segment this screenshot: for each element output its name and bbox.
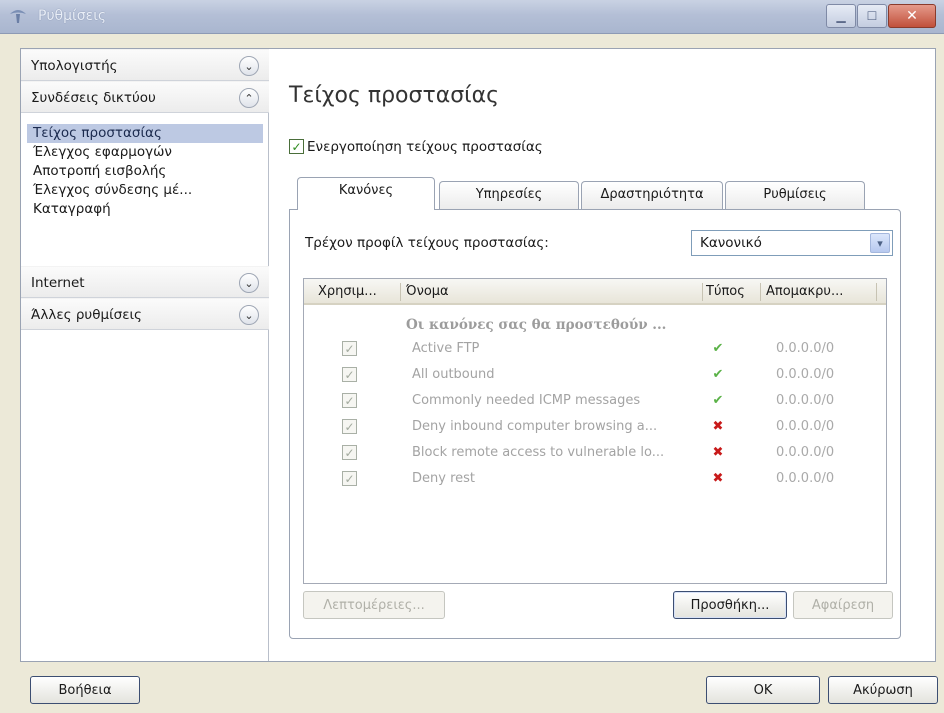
remove-rule-button[interactable]: Αφαίρεση (793, 591, 893, 619)
allow-check-icon: ✔ (712, 367, 724, 382)
sidebar-section-internet[interactable]: Internet ⌄ (21, 266, 269, 298)
tab-activity[interactable]: Δραστηριότητα (581, 181, 723, 209)
sidebar-item-application-control[interactable]: Έλεγχος εφαρμογών (27, 143, 263, 162)
profile-label: Τρέχον προφίλ τείχους προστασίας: (305, 235, 549, 251)
chevron-down-icon[interactable]: ⌄ (239, 273, 259, 293)
rule-remote-address: 0.0.0.0/0 (776, 341, 835, 356)
rule-remote-address: 0.0.0.0/0 (776, 393, 835, 408)
sidebar-section-other-settings[interactable]: Άλλες ρυθμίσεις ⌄ (21, 298, 269, 330)
rule-name: Deny rest (412, 471, 476, 486)
profile-select[interactable]: Κανονικό ▾ (691, 230, 893, 256)
rule-remote-address: 0.0.0.0/0 (776, 445, 835, 460)
rule-enabled-checkbox[interactable]: ✓ (342, 471, 357, 486)
tab-rules[interactable]: Κανόνες (297, 177, 435, 210)
sidebar-item-logging[interactable]: Καταγραφή (27, 200, 263, 219)
sidebar-section-computer[interactable]: Υπολογιστής ⌄ (21, 49, 269, 81)
rule-enabled-checkbox[interactable]: ✓ (342, 341, 357, 356)
enable-firewall-checkbox[interactable]: ✓ (289, 139, 304, 154)
close-button[interactable]: ✕ (888, 4, 936, 28)
column-header-remote[interactable]: Απομακρυ... (766, 284, 843, 299)
column-divider[interactable] (876, 283, 877, 301)
chevron-up-icon[interactable]: ⌃ (239, 88, 259, 108)
rules-group-title: Οι κανόνες σας θα προστεθούν ... (406, 317, 667, 333)
allow-check-icon: ✔ (712, 393, 724, 408)
sidebar-item-connection-control[interactable]: Έλεγχος σύνδεσης μέ... (27, 181, 263, 200)
sidebar-section-label: Internet (31, 275, 85, 291)
maximize-icon: ☐ (866, 9, 878, 23)
table-header: Χρησιμ... Όνομα Τύπος Απομακρυ... (304, 279, 886, 305)
sidebar-item-intrusion-prevention[interactable]: Αποτροπή εισβολής (27, 162, 263, 181)
tab-services[interactable]: Υπηρεσίες (439, 181, 579, 209)
column-divider[interactable] (760, 283, 761, 301)
details-button[interactable]: Λεπτομέρειες... (303, 591, 445, 619)
title-bar: Ρυθμίσεις ▁ ☐ ✕ (0, 0, 944, 34)
column-header-type[interactable]: Τύπος (706, 284, 745, 299)
minimize-icon: ▁ (836, 9, 846, 23)
deny-x-icon: ✖ (712, 445, 724, 460)
deny-x-icon: ✖ (712, 419, 724, 434)
sidebar-item-firewall[interactable]: Τείχος προστασίας (27, 124, 263, 143)
rule-remote-address: 0.0.0.0/0 (776, 419, 835, 434)
close-icon: ✕ (906, 8, 918, 24)
rule-remote-address: 0.0.0.0/0 (776, 471, 835, 486)
checkmark-icon: ✓ (344, 341, 355, 356)
column-header-enabled[interactable]: Χρησιμ... (318, 284, 377, 299)
sidebar-section-label: Άλλες ρυθμίσεις (31, 307, 142, 323)
rule-enabled-checkbox[interactable]: ✓ (342, 367, 357, 382)
help-button[interactable]: Βοήθεια (30, 676, 140, 704)
window-title: Ρυθμίσεις (38, 8, 107, 24)
checkmark-icon: ✓ (344, 419, 355, 434)
rule-enabled-checkbox[interactable]: ✓ (342, 419, 357, 434)
checkmark-icon: ✓ (344, 367, 355, 382)
rule-name: Block remote access to vulnerable lo... (412, 445, 665, 460)
cancel-button[interactable]: Ακύρωση (828, 676, 938, 704)
deny-x-icon: ✖ (712, 471, 724, 486)
rule-name: All outbound (412, 367, 495, 382)
checkmark-icon: ✓ (344, 393, 355, 408)
checkmark-icon: ✓ (344, 445, 355, 460)
page-title: Τείχος προστασίας (289, 83, 500, 108)
sidebar-section-network-connections[interactable]: Συνδέσεις δικτύου ⌃ (21, 81, 269, 113)
sidebar-section-label: Συνδέσεις δικτύου (31, 90, 156, 106)
app-shield-icon (10, 10, 26, 23)
chevron-down-icon[interactable]: ⌄ (239, 305, 259, 325)
sidebar: Υπολογιστής ⌄ Συνδέσεις δικτύου ⌃ Τείχος… (21, 49, 269, 661)
add-rule-button[interactable]: Προσθήκη... (673, 591, 787, 619)
checkmark-icon: ✓ (291, 139, 302, 154)
maximize-button[interactable]: ☐ (857, 4, 887, 28)
rule-enabled-checkbox[interactable]: ✓ (342, 445, 357, 460)
allow-check-icon: ✔ (712, 341, 724, 356)
rule-name: Commonly needed ICMP messages (412, 393, 641, 408)
rule-enabled-checkbox[interactable]: ✓ (342, 393, 357, 408)
sidebar-section-label: Υπολογιστής (31, 58, 118, 74)
column-divider[interactable] (702, 283, 703, 301)
dropdown-arrow-icon[interactable]: ▾ (870, 233, 890, 253)
rule-name: Active FTP (412, 341, 480, 356)
profile-select-value: Κανονικό (700, 235, 762, 251)
rules-table[interactable]: Χρησιμ... Όνομα Τύπος Απομακρυ... Οι καν… (303, 278, 887, 584)
ok-button[interactable]: OK (706, 676, 820, 704)
rule-name: Deny inbound computer browsing a... (412, 419, 658, 434)
minimize-button[interactable]: ▁ (826, 4, 856, 28)
settings-client-area: Υπολογιστής ⌄ Συνδέσεις δικτύου ⌃ Τείχος… (20, 48, 936, 662)
column-header-name[interactable]: Όνομα (406, 284, 449, 299)
enable-firewall-label[interactable]: Ενεργοποίηση τείχους προστασίας (307, 139, 543, 155)
checkmark-icon: ✓ (344, 471, 355, 486)
tab-settings[interactable]: Ρυθμίσεις (725, 181, 865, 209)
rule-remote-address: 0.0.0.0/0 (776, 367, 835, 382)
chevron-down-icon[interactable]: ⌄ (239, 56, 259, 76)
column-divider[interactable] (400, 283, 401, 301)
